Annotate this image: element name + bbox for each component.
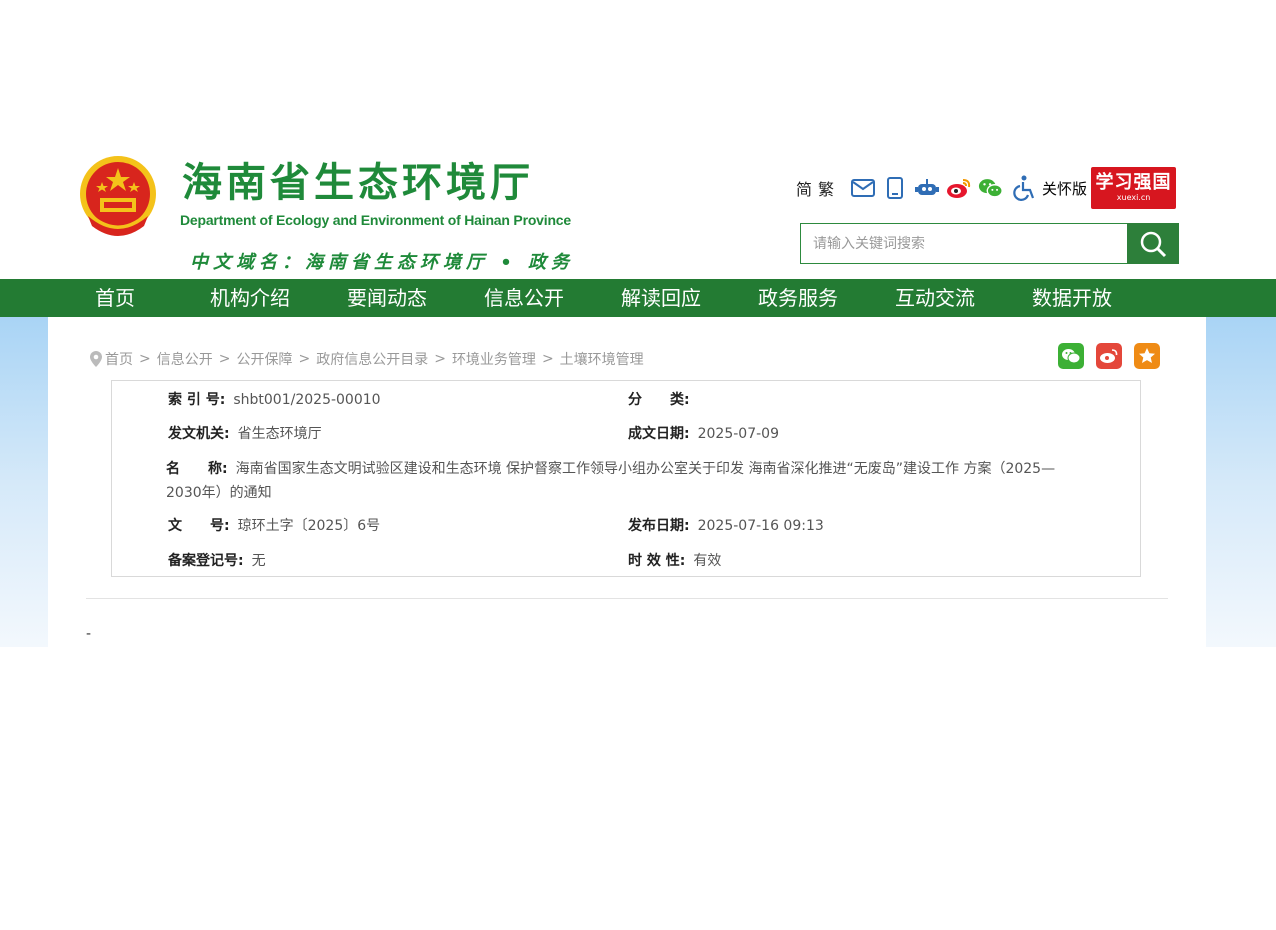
robot-icon[interactable] [914,175,940,201]
breadcrumb-soil-management[interactable]: 土壤环境管理 [560,349,644,369]
main-nav: 首页 机构介绍 要闻动态 信息公开 解读回应 政务服务 互动交流 数据开放 [0,279,1276,317]
meta-category: 分 类: [628,392,690,408]
weibo-share-icon[interactable] [1096,343,1122,369]
meta-issuer: 发文机关: 省生态环境厅 [168,426,322,442]
traditional-chinese-link[interactable]: 繁 [818,176,834,200]
nav-item-interpretation[interactable]: 解读回应 [621,279,701,317]
location-pin-icon [90,351,102,367]
mail-icon[interactable] [850,175,876,201]
nav-item-news[interactable]: 要闻动态 [347,279,427,317]
xuexi-qiangguo-logo[interactable]: 学习强国 xuexi.cn [1091,167,1177,209]
meta-index: 索 引 号: shbt001/2025-00010 [168,392,381,408]
favorite-icon[interactable] [1134,343,1160,369]
accessibility-icon[interactable] [1010,175,1036,201]
nav-item-services[interactable]: 政务服务 [758,279,838,317]
mobile-icon[interactable] [882,175,908,201]
wechat-share-icon[interactable] [1058,343,1084,369]
elderly-care-mode-link[interactable]: 关怀版 [1042,178,1087,199]
header-toolbar: 简 繁 关怀版 学习强国 xuexi.cn [796,167,1177,209]
document-metadata-table: 索 引 号: shbt001/2025-00010 分 类: 发文机关: 省生态环境… [111,380,1141,577]
article-body: - [86,626,92,642]
breadcrumb-info-disclosure[interactable]: 信息公开 [157,349,213,369]
search-button[interactable] [1127,223,1179,264]
simplified-chinese-link[interactable]: 简 [796,176,812,200]
nav-item-home[interactable]: 首页 [95,279,135,317]
nav-item-about[interactable]: 机构介绍 [210,279,290,317]
search-icon [1140,231,1167,257]
meta-record-number: 备案登记号: 无 [168,553,266,569]
search-box [800,223,1179,264]
nav-item-info-disclosure[interactable]: 信息公开 [484,279,564,317]
nav-item-interaction[interactable]: 互动交流 [895,279,975,317]
breadcrumb-home[interactable]: 首页 [105,349,133,369]
meta-validity: 时 效 性: 有效 [628,553,722,569]
content-divider [86,598,1168,599]
meta-name: 名 称: 海南省国家生态文明试验区建设和生态环境 保护督察工作领导小组办公室关于印… [166,461,1056,501]
nav-item-open-data[interactable]: 数据开放 [1032,279,1112,317]
meta-document-number: 文 号: 琼环土字〔2025〕6号 [168,518,381,534]
national-emblem-icon [78,154,158,240]
meta-written-date: 成文日期: 2025-07-09 [628,426,779,442]
site-title: 海南省生态环境厅 [182,159,534,206]
search-input[interactable] [800,223,1127,264]
site-header: 海南省生态环境厅 Department of Ecology and Envir… [0,140,1276,280]
weibo-icon[interactable] [946,175,972,201]
breadcrumb: 首页 > 信息公开 > 公开保障 > 政府信息公开目录 > 环境业务管理 > 土… [90,349,644,369]
wechat-icon[interactable] [978,175,1004,201]
breadcrumb-catalog[interactable]: 政府信息公开目录 [316,349,428,369]
meta-published-date: 发布日期: 2025-07-16 09:13 [628,518,824,534]
breadcrumb-env-management[interactable]: 环境业务管理 [452,349,536,369]
site-domain: 中文域名：海南省生态环境厅 • 政务 [190,252,575,273]
breadcrumb-guarantee[interactable]: 公开保障 [236,349,292,369]
site-subtitle: Department of Ecology and Environment of… [180,212,571,228]
